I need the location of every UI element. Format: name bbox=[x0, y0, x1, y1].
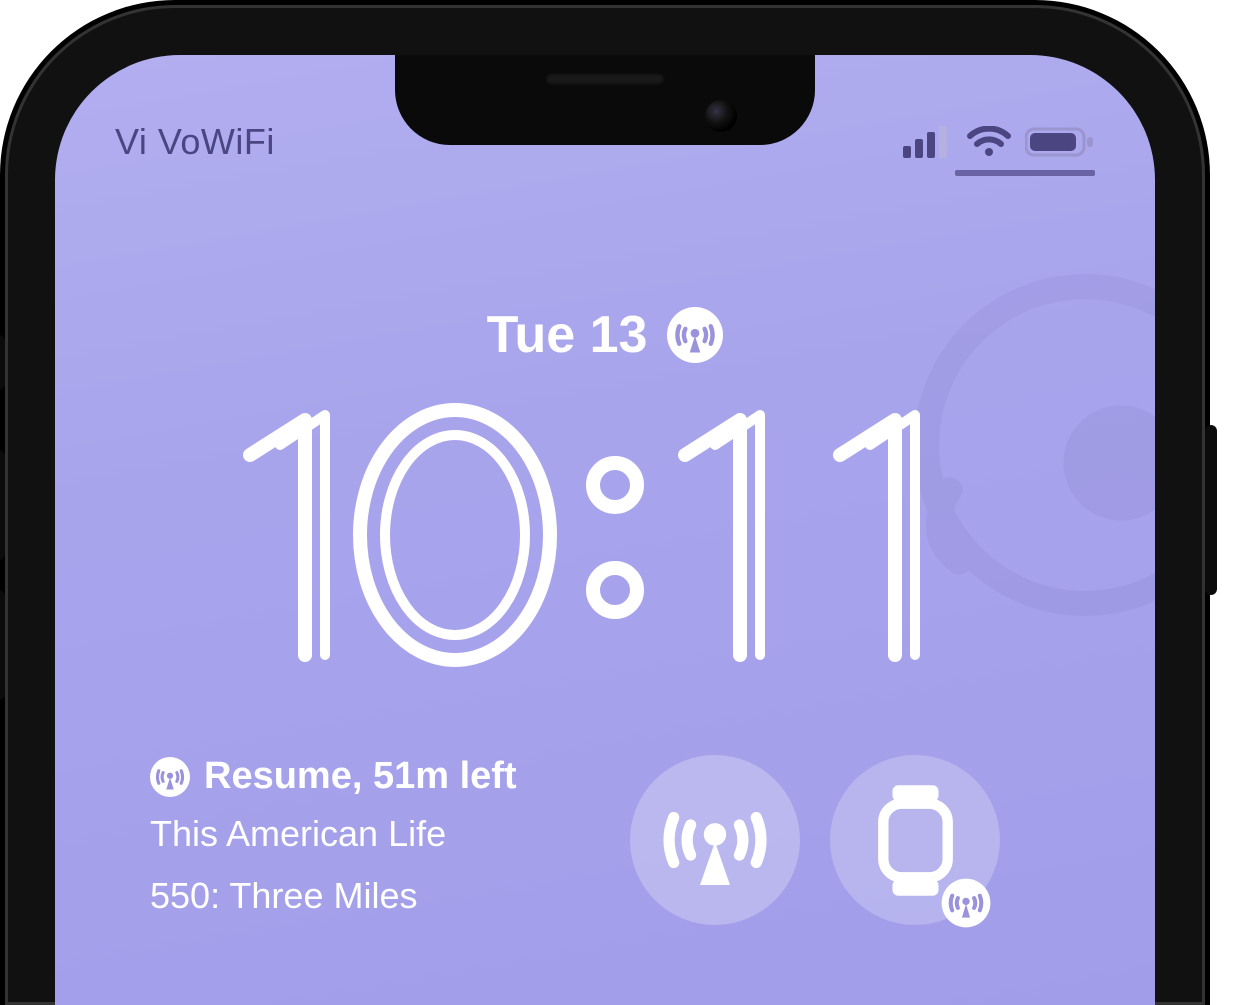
phone-frame: Vi VoWiFi bbox=[5, 5, 1205, 1005]
volume-down-button[interactable] bbox=[0, 590, 5, 700]
date-label: Tue 13 bbox=[487, 305, 648, 365]
now-playing-status: Resume, 51m left bbox=[204, 755, 517, 798]
mute-switch[interactable] bbox=[0, 335, 5, 390]
podcast-tower-icon bbox=[150, 757, 190, 797]
battery-icon bbox=[1025, 126, 1095, 158]
carrier-label: Vi VoWiFi bbox=[115, 121, 275, 163]
now-playing-show: This American Life bbox=[150, 808, 600, 860]
lock-screen[interactable]: Vi VoWiFi bbox=[55, 55, 1155, 1005]
now-playing-widget[interactable]: Resume, 51m left This American Life 550:… bbox=[150, 755, 600, 922]
podcast-app-widget[interactable] bbox=[630, 755, 800, 925]
power-button[interactable] bbox=[1205, 425, 1217, 595]
clock[interactable] bbox=[55, 375, 1155, 695]
now-playing-episode: 550: Three Miles bbox=[150, 870, 600, 922]
watch-widget[interactable] bbox=[830, 755, 1000, 925]
date-row[interactable]: Tue 13 bbox=[55, 305, 1155, 365]
status-icons bbox=[903, 126, 1095, 158]
wifi-icon bbox=[967, 126, 1011, 158]
watch-badge bbox=[940, 877, 992, 929]
podcast-tower-icon bbox=[655, 780, 775, 900]
clock-face bbox=[195, 375, 1015, 695]
status-underline bbox=[955, 170, 1095, 176]
cellular-signal-icon bbox=[903, 126, 953, 158]
widgets-row: Resume, 51m left This American Life 550:… bbox=[150, 755, 1115, 925]
notch bbox=[395, 55, 815, 145]
podcast-tower-icon bbox=[940, 877, 992, 929]
volume-up-button[interactable] bbox=[0, 450, 5, 560]
podcast-tower-icon bbox=[667, 307, 723, 363]
